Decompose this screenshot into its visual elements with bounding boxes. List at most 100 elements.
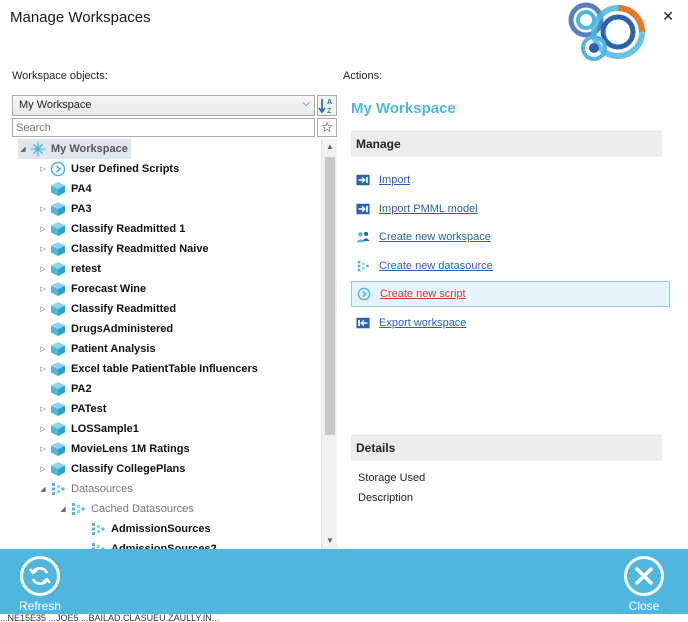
sort-button[interactable]: A Z [317, 95, 337, 116]
search-input[interactable] [12, 118, 315, 137]
tree-item-label: Datasources [71, 483, 133, 495]
collapse-arrow-icon[interactable]: ◢ [58, 505, 68, 513]
expand-arrow-icon[interactable]: ▷ [38, 305, 48, 313]
detail-storage-used: Storage Used [358, 472, 426, 484]
sort-az-icon: A Z [318, 99, 332, 115]
tree-item[interactable]: ▷ PA3 [38, 199, 92, 219]
action-item[interactable]: Import PMML model [351, 196, 670, 222]
expand-arrow-icon[interactable]: ▷ [38, 165, 48, 173]
action-link[interactable]: Create new datasource [379, 260, 493, 272]
footer-bar: Refresh Close [0, 549, 688, 614]
tree-item-label: LOSSample1 [71, 423, 139, 435]
expand-arrow-icon[interactable]: ▷ [38, 445, 48, 453]
tree-item[interactable]: AdmissionSources2 [78, 539, 217, 549]
tree-item[interactable]: PA4 [38, 179, 92, 199]
close-button[interactable]: Close [614, 556, 674, 613]
expand-arrow-icon[interactable]: ▷ [38, 205, 48, 213]
datasource-icon [52, 483, 65, 495]
cube-icon [51, 322, 65, 336]
action-link[interactable]: Export workspace [379, 317, 466, 329]
script-icon [50, 161, 66, 177]
tree-item-label: My Workspace [51, 143, 128, 155]
tree-item[interactable]: ▷ PATest [38, 399, 106, 419]
scroll-down-icon[interactable]: ▼ [322, 533, 338, 549]
action-item[interactable]: Export workspace [351, 310, 670, 336]
scroll-thumb[interactable] [325, 157, 335, 435]
action-link[interactable]: Import [379, 174, 410, 186]
tree-item-label: Cached Datasources [91, 503, 194, 515]
tree-item[interactable]: PA2 [38, 379, 92, 399]
action-item[interactable]: Import [351, 167, 670, 193]
expand-arrow-icon[interactable]: ▷ [38, 265, 48, 273]
expand-arrow-icon[interactable]: ▷ [38, 365, 48, 373]
tree-item-label: DrugsAdministered [71, 323, 174, 335]
close-icon [635, 567, 653, 585]
collapse-arrow-icon[interactable]: ◢ [38, 485, 48, 493]
cube-icon [51, 182, 65, 196]
tree-item-label: AdmissionSources [111, 523, 211, 535]
tree-item[interactable]: ◢ Datasources [38, 479, 133, 499]
expand-arrow-icon[interactable]: ▷ [38, 225, 48, 233]
detail-description: Description [358, 492, 414, 504]
tree-item[interactable]: ▷ User Defined Scripts [38, 159, 179, 179]
tree-scrollbar[interactable]: ▲ ▼ [321, 139, 337, 549]
refresh-icon [29, 567, 51, 585]
cube-icon [51, 382, 65, 396]
tree-item[interactable]: ◢ My Workspace [18, 139, 131, 159]
action-item[interactable]: Create new datasource [351, 253, 670, 279]
svg-text:A: A [327, 99, 332, 106]
tree-item[interactable]: ▷ Classify Readmitted [38, 299, 176, 319]
tree-item[interactable]: ▷ MovieLens 1M Ratings [38, 439, 190, 459]
tree-item[interactable]: ▷ retest [38, 259, 101, 279]
tree-item[interactable]: ◢ Cached Datasources [58, 499, 194, 519]
favorites-star-icon[interactable]: ☆ [317, 118, 337, 137]
tree-item[interactable]: DrugsAdministered [38, 319, 173, 339]
cube-icon [51, 342, 65, 356]
import-pmml-icon [356, 203, 370, 214]
tree-item[interactable]: ▷ Excel table PatientTable Influencers [38, 359, 258, 379]
tree-item[interactable]: AdmissionSources [78, 519, 211, 539]
tree-item[interactable]: ▷ Forecast Wine [38, 279, 146, 299]
workspace-select-value: My Workspace [19, 99, 92, 111]
expand-arrow-icon[interactable]: ▷ [38, 345, 48, 353]
collapse-arrow-icon[interactable]: ◢ [18, 145, 28, 153]
cube-icon [51, 282, 65, 296]
datasource-icon [92, 523, 105, 535]
tree-item-label: MovieLens 1M Ratings [71, 443, 190, 455]
expand-arrow-icon[interactable]: ▷ [38, 245, 48, 253]
tree-item-label: Classify Readmitted 1 [71, 223, 186, 235]
scroll-up-icon[interactable]: ▲ [322, 139, 338, 155]
tree-item-label: PA4 [71, 183, 92, 195]
refresh-button[interactable]: Refresh [10, 556, 70, 613]
tree-item[interactable]: ▷ Classify Readmitted 1 [38, 219, 185, 239]
actions-label: Actions: [343, 70, 383, 82]
tree-item-label: retest [71, 263, 101, 275]
tree-item[interactable]: ▷ Classify Readmitted Naive [38, 239, 209, 259]
app-logo-icon [568, 2, 645, 61]
action-link[interactable]: Create new workspace [379, 231, 491, 243]
expand-arrow-icon[interactable]: ▷ [38, 465, 48, 473]
tree-item-label: Excel table PatientTable Influencers [71, 363, 258, 375]
action-link[interactable]: Create new script [380, 288, 466, 300]
export-icon [356, 317, 370, 329]
tree-item[interactable]: ▷ LOSSample1 [38, 419, 139, 439]
tree-item-label: Patient Analysis [71, 343, 156, 355]
expand-arrow-icon[interactable]: ▷ [38, 285, 48, 293]
workspace-objects-label: Workspace objects: [12, 70, 108, 82]
window-title: Manage Workspaces [10, 9, 151, 26]
action-link[interactable]: Import PMML model [379, 203, 478, 215]
action-item[interactable]: Create new script [351, 281, 670, 308]
tree-item-label: User Defined Scripts [71, 163, 180, 175]
cube-icon [51, 222, 65, 236]
window-close-icon[interactable]: ✕ [662, 8, 674, 25]
action-item[interactable]: Create new workspace [351, 224, 670, 250]
cube-icon [51, 202, 65, 216]
import-icon [356, 174, 370, 186]
expand-arrow-icon[interactable]: ▷ [38, 405, 48, 413]
workspace-select[interactable]: My Workspace ⌵ [12, 95, 315, 116]
tree-item[interactable]: ▷ Classify CollegePlans [38, 459, 185, 479]
expand-arrow-icon[interactable]: ▷ [38, 425, 48, 433]
tree-item-label: PATest [71, 403, 107, 415]
tree-item-label: Classify CollegePlans [71, 463, 186, 475]
tree-item[interactable]: ▷ Patient Analysis [38, 339, 156, 359]
